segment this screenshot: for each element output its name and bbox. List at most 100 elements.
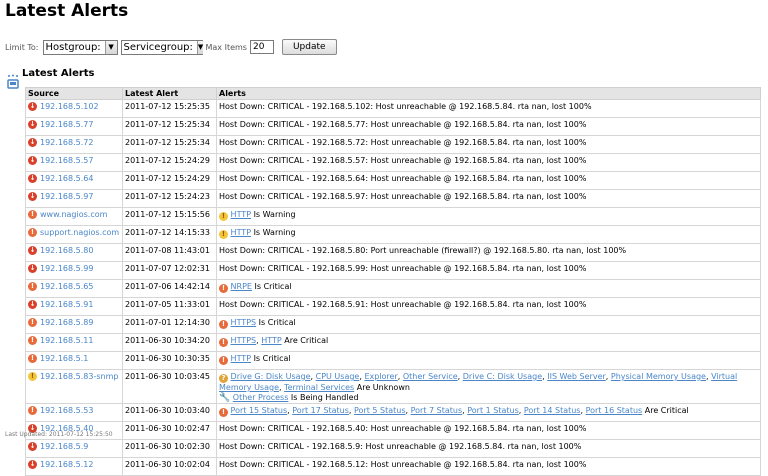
source-cell: ↓ 192.168.5.99 [25, 261, 123, 280]
alert-cell: ! HTTP Is Warning [216, 207, 761, 226]
alert-cell: Host Down: CRITICAL - 192.168.5.80: Port… [216, 243, 761, 262]
critical-icon: ! [219, 356, 228, 365]
latest-alert-cell: 2011-07-08 11:43:01 [122, 243, 217, 262]
service-link[interactable]: Port 5 Status [354, 406, 406, 415]
service-link[interactable]: Port 15 Status [231, 406, 288, 415]
update-button[interactable]: Update [281, 39, 337, 55]
alert-text: Host Down: CRITICAL - 192.168.5.77: Host… [219, 120, 587, 129]
critical-icon: ! [28, 282, 37, 291]
source-link[interactable]: 192.168.5.72 [40, 138, 93, 148]
critical-icon: ! [28, 406, 37, 415]
host-down-icon: ↓ [28, 460, 37, 469]
alert-cell: ! HTTP Is Critical [216, 351, 761, 370]
source-cell: ! 192.168.5.11 [25, 333, 123, 352]
dashboard-icon[interactable] [7, 74, 19, 90]
source-link[interactable]: 192.168.5.11 [40, 336, 93, 346]
critical-icon: ! [28, 210, 37, 219]
servicegroup-select[interactable]: Servicegroup: ▼ [120, 39, 204, 55]
source-link[interactable]: 192.168.5.97 [40, 192, 93, 202]
service-link[interactable]: HTTPS [231, 336, 257, 345]
service-link[interactable]: IIS Web Server [547, 372, 606, 381]
section-title: Latest Alerts [22, 68, 95, 79]
source-link[interactable]: 192.168.5.80 [40, 246, 93, 256]
host-down-icon: ↓ [28, 300, 37, 309]
table-row: ↓ 192.168.5.64 2011-07-12 15:24:29 Host Dow… [25, 171, 761, 190]
max-items-input[interactable] [249, 40, 274, 54]
table-row: ! support.nagios.com 2011-07-12 14:15:33! … [25, 225, 761, 244]
critical-icon: ! [219, 284, 228, 293]
critical-icon: ! [28, 318, 37, 327]
source-link[interactable]: www.nagios.com [40, 210, 107, 220]
service-link[interactable]: HTTP [261, 336, 281, 345]
table-row: ↓ 192.168.5.97 2011-07-12 15:24:23 Host Dow… [25, 189, 761, 208]
latest-alert-cell: 2011-07-12 14:15:33 [122, 225, 217, 244]
table-row: ↓ 192.168.5.12 2011-06-30 10:02:04 Host Dow… [25, 457, 761, 476]
source-cell: ↓ 192.168.5.72 [25, 135, 123, 154]
source-cell: ! www.nagios.com [25, 207, 123, 226]
latest-alert-cell: 2011-07-12 15:25:35 [122, 99, 217, 118]
service-link[interactable]: HTTP [231, 228, 251, 237]
service-link[interactable]: Port 16 Status [586, 406, 643, 415]
source-link[interactable]: 192.168.5.65 [40, 282, 93, 292]
chevron-down-icon[interactable]: ▼ [104, 40, 117, 54]
service-link[interactable]: Drive G: Disk Usage [231, 372, 311, 381]
source-link[interactable]: 192.168.5.89 [40, 318, 93, 328]
table-row: ! 192.168.5.11 2011-06-30 10:34:20! HTTPS,… [25, 333, 761, 352]
source-link[interactable]: 192.168.5.102 [40, 102, 99, 112]
latest-alert-cell: 2011-07-12 15:15:56 [122, 207, 217, 226]
critical-icon: ! [219, 408, 228, 417]
source-cell: ! 192.168.5.65 [25, 279, 123, 298]
host-down-icon: ↓ [28, 156, 37, 165]
column-header-latest-alert: Latest Alert [122, 87, 217, 100]
service-link[interactable]: Port 17 Status [292, 406, 349, 415]
source-link[interactable]: 192.168.5.9 [40, 442, 88, 452]
latest-alert-cell: 2011-06-30 10:02:04 [122, 457, 217, 476]
alert-text: Host Down: CRITICAL - 192.168.5.102: Hos… [219, 102, 592, 111]
source-link[interactable]: 192.168.5.64 [40, 174, 93, 184]
table-row: ! 192.168.5.89 2011-07-01 12:14:30! HTTPS … [25, 315, 761, 334]
source-link[interactable]: 192.168.5.77 [40, 120, 93, 130]
service-link[interactable]: NRPE [231, 282, 252, 291]
service-link[interactable]: Explorer [364, 372, 397, 381]
alert-text: Host Down: CRITICAL - 192.168.5.91: Host… [219, 300, 587, 309]
table-row: ! 192.168.5.83-snmp 2011-06-30 10:03:45? D… [25, 369, 761, 404]
source-link[interactable]: 192.168.5.53 [40, 406, 93, 416]
handled-service-link[interactable]: Other Process [233, 393, 289, 402]
alert-text: Host Down: CRITICAL - 192.168.5.80: Port… [219, 246, 627, 255]
service-link[interactable]: Terminal Services [284, 383, 354, 392]
service-link[interactable]: HTTP [231, 354, 251, 363]
service-link[interactable]: Port 7 Status [411, 406, 463, 415]
limit-to-label: Limit To: [5, 42, 39, 52]
source-link[interactable]: 192.168.5.99 [40, 264, 93, 274]
service-link[interactable]: HTTPS [231, 318, 257, 327]
service-link[interactable]: HTTP [231, 210, 251, 219]
alert-cell: ! NRPE Is Critical [216, 279, 761, 298]
chevron-down-icon[interactable]: ▼ [196, 40, 204, 54]
source-cell: ! 192.168.5.53 [25, 403, 123, 422]
source-link[interactable]: 192.168.5.12 [40, 460, 93, 470]
source-link[interactable]: support.nagios.com [40, 228, 119, 238]
source-link[interactable]: 192.168.5.91 [40, 300, 93, 310]
service-link[interactable]: CPU Usage [316, 372, 360, 381]
table-row: ↓ 192.168.5.40 2011-06-30 10:02:47 Host Dow… [25, 421, 761, 440]
service-link[interactable]: Port 1 Status [467, 406, 519, 415]
source-link[interactable]: 192.168.5.57 [40, 156, 93, 166]
alert-text: Host Down: CRITICAL - 192.168.5.99: Host… [219, 264, 587, 273]
alert-cell: Host Down: CRITICAL - 192.168.5.102: Hos… [216, 99, 761, 118]
handled-suffix: Is Being Handled [288, 393, 359, 402]
latest-alert-cell: 2011-07-12 15:24:29 [122, 171, 217, 190]
service-link[interactable]: Physical Memory Usage [611, 372, 706, 381]
latest-alert-cell: 2011-06-30 10:02:30 [122, 439, 217, 458]
latest-alert-cell: 2011-06-30 10:03:40 [122, 403, 217, 422]
service-link[interactable]: Port 14 Status [524, 406, 581, 415]
source-link[interactable]: 192.168.5.1 [40, 354, 88, 364]
service-link[interactable]: Drive C: Disk Usage [463, 372, 542, 381]
alert-cell: ! HTTP Is Warning [216, 225, 761, 244]
hostgroup-select[interactable]: Hostgroup: ▼ [42, 39, 118, 55]
table-header-row: Source Latest Alert Alerts [25, 87, 761, 100]
source-link[interactable]: 192.168.5.83-snmp [40, 372, 118, 382]
table-row: ! 192.168.5.1 2011-06-30 10:30:35! HTTP Is… [25, 351, 761, 370]
service-link[interactable]: Other Service [403, 372, 458, 381]
unknown-icon: ? [219, 374, 228, 383]
alert-text: Host Down: CRITICAL - 192.168.5.12: Host… [219, 460, 587, 469]
